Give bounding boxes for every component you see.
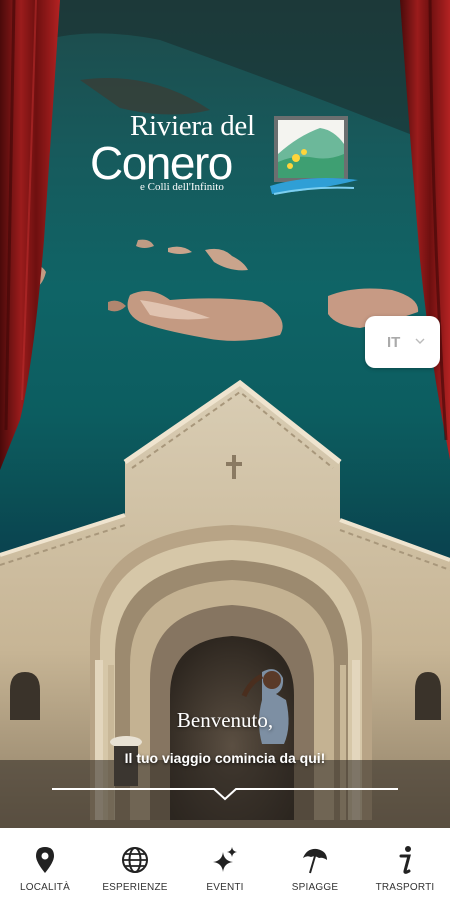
welcome-title: Benvenuto, <box>176 708 274 732</box>
tab-eventi-label: EVENTI <box>206 882 244 893</box>
tab-trasporti-label: TRASPORTI <box>375 882 435 893</box>
tab-esperienze[interactable]: ESPERIENZE <box>90 828 180 900</box>
tab-spiagge[interactable]: SPIAGGE <box>270 828 360 900</box>
language-code: IT <box>387 333 401 351</box>
language-selector[interactable]: IT <box>365 316 440 368</box>
umbrella-icon <box>300 844 330 876</box>
chevron-down-icon <box>415 338 425 344</box>
sparkle-icon <box>210 844 240 876</box>
bottom-tab-bar: LOCALITÀ ESPERIENZE EVENTI SPIAGGE TRASP… <box>0 828 450 900</box>
conero-promontory-logo-icon <box>270 116 358 195</box>
brand-logo: Riviera del Conero e Colli dell'Infinito <box>88 110 363 205</box>
tab-localita[interactable]: LOCALITÀ <box>0 828 90 900</box>
tab-eventi[interactable]: EVENTI <box>180 828 270 900</box>
hero-background: Riviera del Conero e Colli dell'Infinito… <box>0 0 450 828</box>
welcome-subtitle: Il tuo viaggio comincia da qui! <box>124 750 326 766</box>
map-pin-icon <box>30 844 60 876</box>
tab-spiagge-label: SPIAGGE <box>291 882 339 893</box>
brand-line3: e Colli dell'Infinito <box>140 181 224 193</box>
scroll-down-divider[interactable] <box>52 783 398 803</box>
tab-localita-label: LOCALITÀ <box>20 882 70 893</box>
globe-icon <box>120 844 150 876</box>
info-icon <box>390 844 420 876</box>
tab-esperienze-label: ESPERIENZE <box>102 882 168 893</box>
tab-trasporti[interactable]: TRASPORTI <box>360 828 450 900</box>
